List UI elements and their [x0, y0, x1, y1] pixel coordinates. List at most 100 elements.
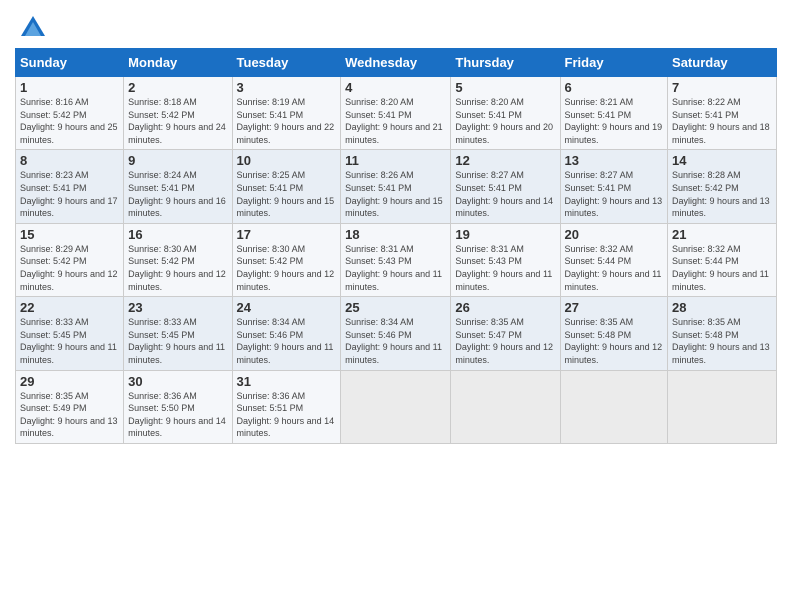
- day-number: 14: [672, 153, 772, 168]
- page: Sunday Monday Tuesday Wednesday Thursday…: [0, 0, 792, 612]
- calendar-cell: 1 Sunrise: 8:16 AMSunset: 5:42 PMDaylight…: [16, 77, 124, 150]
- day-info: Sunrise: 8:24 AMSunset: 5:41 PMDaylight:…: [128, 170, 226, 218]
- header-sunday: Sunday: [16, 49, 124, 77]
- day-info: Sunrise: 8:16 AMSunset: 5:42 PMDaylight:…: [20, 97, 118, 145]
- calendar-cell: 3 Sunrise: 8:19 AMSunset: 5:41 PMDaylight…: [232, 77, 341, 150]
- day-number: 28: [672, 300, 772, 315]
- day-info: Sunrise: 8:35 AMSunset: 5:49 PMDaylight:…: [20, 391, 118, 439]
- calendar-cell: 22 Sunrise: 8:33 AMSunset: 5:45 PMDayligh…: [16, 297, 124, 370]
- calendar-cell: 2 Sunrise: 8:18 AMSunset: 5:42 PMDaylight…: [124, 77, 232, 150]
- day-info: Sunrise: 8:21 AMSunset: 5:41 PMDaylight:…: [565, 97, 663, 145]
- day-info: Sunrise: 8:31 AMSunset: 5:43 PMDaylight:…: [455, 244, 552, 292]
- day-info: Sunrise: 8:34 AMSunset: 5:46 PMDaylight:…: [237, 317, 334, 365]
- header-thursday: Thursday: [451, 49, 560, 77]
- calendar-cell: 18 Sunrise: 8:31 AMSunset: 5:43 PMDayligh…: [341, 223, 451, 296]
- day-info: Sunrise: 8:19 AMSunset: 5:41 PMDaylight:…: [237, 97, 335, 145]
- day-number: 21: [672, 227, 772, 242]
- calendar-cell: [560, 370, 668, 443]
- calendar-cell: 16Sunrise: 8:30 AMSunset: 5:42 PMDayligh…: [124, 223, 232, 296]
- day-number: 12: [455, 153, 555, 168]
- day-info: Sunrise: 8:30 AMSunset: 5:42 PMDaylight:…: [128, 244, 226, 292]
- day-info: Sunrise: 8:18 AMSunset: 5:42 PMDaylight:…: [128, 97, 226, 145]
- calendar-cell: 13 Sunrise: 8:27 AMSunset: 5:41 PMDayligh…: [560, 150, 668, 223]
- day-number: 24: [237, 300, 337, 315]
- day-number: 26: [455, 300, 555, 315]
- day-info: Sunrise: 8:27 AMSunset: 5:41 PMDaylight:…: [565, 170, 663, 218]
- calendar-cell: 7Sunrise: 8:22 AMSunset: 5:41 PMDaylight…: [668, 77, 777, 150]
- calendar-cell: 21Sunrise: 8:32 AMSunset: 5:44 PMDayligh…: [668, 223, 777, 296]
- calendar-cell: 23 Sunrise: 8:33 AMSunset: 5:45 PMDayligh…: [124, 297, 232, 370]
- calendar-cell: 11 Sunrise: 8:26 AMSunset: 5:41 PMDayligh…: [341, 150, 451, 223]
- day-info: Sunrise: 8:20 AMSunset: 5:41 PMDaylight:…: [345, 97, 443, 145]
- day-info: Sunrise: 8:30 AMSunset: 5:42 PMDaylight:…: [237, 244, 335, 292]
- calendar-cell: 9 Sunrise: 8:24 AMSunset: 5:41 PMDaylight…: [124, 150, 232, 223]
- calendar-cell: 26 Sunrise: 8:35 AMSunset: 5:47 PMDayligh…: [451, 297, 560, 370]
- day-info: Sunrise: 8:23 AMSunset: 5:41 PMDaylight:…: [20, 170, 118, 218]
- day-number: 6: [565, 80, 664, 95]
- day-info: Sunrise: 8:31 AMSunset: 5:43 PMDaylight:…: [345, 244, 442, 292]
- day-number: 3: [237, 80, 337, 95]
- day-info: Sunrise: 8:36 AMSunset: 5:50 PMDaylight:…: [128, 391, 226, 439]
- calendar-cell: 29 Sunrise: 8:35 AMSunset: 5:49 PMDayligh…: [16, 370, 124, 443]
- day-number: 23: [128, 300, 227, 315]
- day-number: 29: [20, 374, 119, 389]
- day-info: Sunrise: 8:25 AMSunset: 5:41 PMDaylight:…: [237, 170, 335, 218]
- day-number: 22: [20, 300, 119, 315]
- weekday-header-row: Sunday Monday Tuesday Wednesday Thursday…: [16, 49, 777, 77]
- calendar-cell: 8 Sunrise: 8:23 AMSunset: 5:41 PMDaylight…: [16, 150, 124, 223]
- calendar-cell: 5 Sunrise: 8:20 AMSunset: 5:41 PMDaylight…: [451, 77, 560, 150]
- calendar-cell: 31Sunrise: 8:36 AMSunset: 5:51 PMDayligh…: [232, 370, 341, 443]
- day-number: 27: [565, 300, 664, 315]
- day-info: Sunrise: 8:32 AMSunset: 5:44 PMDaylight:…: [565, 244, 662, 292]
- day-number: 11: [345, 153, 446, 168]
- calendar-cell: 19 Sunrise: 8:31 AMSunset: 5:43 PMDayligh…: [451, 223, 560, 296]
- calendar-week-4: 22 Sunrise: 8:33 AMSunset: 5:45 PMDayligh…: [16, 297, 777, 370]
- day-number: 19: [455, 227, 555, 242]
- calendar-cell: 28 Sunrise: 8:35 AMSunset: 5:48 PMDayligh…: [668, 297, 777, 370]
- calendar-cell: 12 Sunrise: 8:27 AMSunset: 5:41 PMDayligh…: [451, 150, 560, 223]
- day-number: 10: [237, 153, 337, 168]
- day-number: 1: [20, 80, 119, 95]
- day-info: Sunrise: 8:35 AMSunset: 5:48 PMDaylight:…: [565, 317, 663, 365]
- calendar-cell: 17Sunrise: 8:30 AMSunset: 5:42 PMDayligh…: [232, 223, 341, 296]
- day-info: Sunrise: 8:26 AMSunset: 5:41 PMDaylight:…: [345, 170, 443, 218]
- day-info: Sunrise: 8:33 AMSunset: 5:45 PMDaylight:…: [20, 317, 117, 365]
- calendar-cell: 6 Sunrise: 8:21 AMSunset: 5:41 PMDaylight…: [560, 77, 668, 150]
- day-info: Sunrise: 8:33 AMSunset: 5:45 PMDaylight:…: [128, 317, 225, 365]
- header-wednesday: Wednesday: [341, 49, 451, 77]
- calendar-cell: 27 Sunrise: 8:35 AMSunset: 5:48 PMDayligh…: [560, 297, 668, 370]
- calendar-cell: [341, 370, 451, 443]
- day-info: Sunrise: 8:35 AMSunset: 5:47 PMDaylight:…: [455, 317, 553, 365]
- day-number: 2: [128, 80, 227, 95]
- calendar-week-2: 8 Sunrise: 8:23 AMSunset: 5:41 PMDaylight…: [16, 150, 777, 223]
- day-info: Sunrise: 8:34 AMSunset: 5:46 PMDaylight:…: [345, 317, 442, 365]
- day-number: 31: [237, 374, 337, 389]
- header-tuesday: Tuesday: [232, 49, 341, 77]
- calendar-week-1: 1 Sunrise: 8:16 AMSunset: 5:42 PMDaylight…: [16, 77, 777, 150]
- calendar-cell: [668, 370, 777, 443]
- calendar-cell: 14 Sunrise: 8:28 AMSunset: 5:42 PMDayligh…: [668, 150, 777, 223]
- calendar-cell: 4Sunrise: 8:20 AMSunset: 5:41 PMDaylight…: [341, 77, 451, 150]
- calendar-cell: 10 Sunrise: 8:25 AMSunset: 5:41 PMDayligh…: [232, 150, 341, 223]
- day-info: Sunrise: 8:28 AMSunset: 5:42 PMDaylight:…: [672, 170, 770, 218]
- day-info: Sunrise: 8:35 AMSunset: 5:48 PMDaylight:…: [672, 317, 770, 365]
- day-number: 18: [345, 227, 446, 242]
- day-number: 8: [20, 153, 119, 168]
- day-info: Sunrise: 8:29 AMSunset: 5:42 PMDaylight:…: [20, 244, 118, 292]
- header-friday: Friday: [560, 49, 668, 77]
- calendar-cell: 30 Sunrise: 8:36 AMSunset: 5:50 PMDayligh…: [124, 370, 232, 443]
- day-number: 20: [565, 227, 664, 242]
- day-number: 7: [672, 80, 772, 95]
- day-number: 25: [345, 300, 446, 315]
- day-number: 15: [20, 227, 119, 242]
- day-number: 9: [128, 153, 227, 168]
- day-info: Sunrise: 8:20 AMSunset: 5:41 PMDaylight:…: [455, 97, 553, 145]
- header-saturday: Saturday: [668, 49, 777, 77]
- day-number: 30: [128, 374, 227, 389]
- day-info: Sunrise: 8:27 AMSunset: 5:41 PMDaylight:…: [455, 170, 553, 218]
- calendar-week-5: 29 Sunrise: 8:35 AMSunset: 5:49 PMDayligh…: [16, 370, 777, 443]
- logo-icon: [19, 14, 47, 42]
- day-number: 5: [455, 80, 555, 95]
- day-number: 13: [565, 153, 664, 168]
- calendar-week-3: 15 Sunrise: 8:29 AMSunset: 5:42 PMDayligh…: [16, 223, 777, 296]
